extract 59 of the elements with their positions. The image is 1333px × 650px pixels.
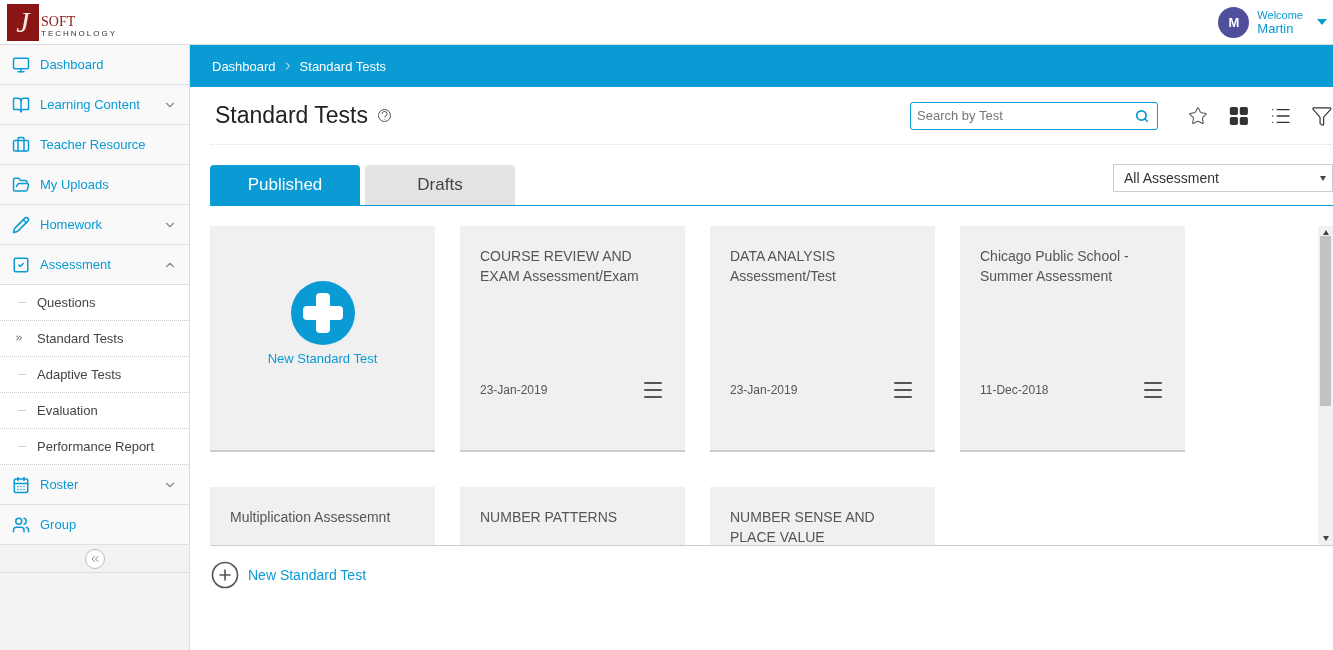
page-title: Standard Tests [215, 102, 368, 129]
submenu-item[interactable]: Standard Tests [0, 321, 189, 357]
card-title: COURSE REVIEW AND EXAM Assessment/Exam [480, 247, 640, 286]
card-date: 23-Jan-2019 [730, 383, 798, 397]
search-field[interactable]: Search by Test [910, 101, 1158, 130]
sidebar-item[interactable]: Teacher Resource [0, 125, 189, 165]
test-card[interactable]: DATA ANALYSIS Assessment/Test 23-Jan-2019 [710, 226, 935, 452]
plus-circle-icon [210, 560, 240, 590]
user-name[interactable]: Martin [1257, 20, 1303, 36]
user-avatar[interactable]: M [1218, 6, 1250, 38]
test-card[interactable]: NUMBER PATTERNS [460, 487, 685, 545]
sidebar-item[interactable]: Assessment [0, 245, 189, 285]
card-date: 23-Jan-2019 [480, 383, 548, 397]
new-test-link[interactable]: New Standard Test [267, 350, 378, 366]
test-card[interactable]: COURSE REVIEW AND EXAM Assessment/Exam 23-Jan-2019 [460, 226, 685, 452]
card-title: Multiplication Assessemnt [230, 508, 392, 527]
card-date: 11-Dec-2018 [980, 383, 1049, 397]
submenu-item[interactable]: Questions [0, 285, 189, 321]
calendar-icon [12, 475, 30, 494]
new-test-card[interactable]: New Standard Test [210, 226, 435, 452]
sidebar-item[interactable]: Learning Content [0, 85, 189, 125]
submenu-item[interactable]: Adaptive Tests [0, 357, 189, 393]
card-title: DATA ANALYSIS Assessment/Test [730, 247, 837, 286]
book-icon [12, 95, 30, 114]
breadcrumb-link[interactable]: Dashboard [212, 58, 276, 74]
logo-mark: J [7, 3, 39, 41]
search-icon[interactable] [1135, 108, 1149, 123]
help-icon[interactable] [378, 109, 391, 122]
checkbox-icon [12, 255, 30, 274]
tab[interactable]: Drafts [365, 165, 515, 205]
tab[interactable]: Published [210, 165, 360, 205]
test-card[interactable]: NUMBER SENSE AND PLACE VALUE [710, 487, 935, 545]
card-title: NUMBER SENSE AND PLACE VALUE [730, 508, 876, 545]
card-title: NUMBER PATTERNS [480, 508, 619, 527]
scrollbar[interactable] [1318, 226, 1333, 545]
submenu-item[interactable]: Evaluation [0, 393, 189, 429]
sidebar-item[interactable]: My Uploads [0, 165, 189, 205]
sidebar-item[interactable]: Dashboard [0, 45, 189, 85]
monitor-icon [12, 55, 30, 74]
briefcase-icon [12, 135, 30, 154]
new-test-link[interactable]: New Standard Test [210, 560, 367, 590]
sidebar-item[interactable]: Homework [0, 205, 189, 245]
card-title: Chicago Public School - Summer Assessment [980, 247, 1130, 286]
dropdown-arrow-icon [1320, 175, 1326, 181]
test-card[interactable]: Multiplication Assessemnt [210, 487, 435, 545]
sidebar-item[interactable]: Group [0, 505, 189, 545]
star-icon[interactable] [1188, 104, 1208, 127]
caret-icon[interactable] [1317, 19, 1327, 25]
welcome-text: Welcome [1257, 8, 1303, 21]
plus-circle-icon [290, 280, 355, 345]
logo-tagline: TECHNOLOGY [41, 28, 117, 38]
logo-name: SOFT [41, 14, 77, 29]
breadcrumb-link[interactable]: Standard Tests [299, 58, 387, 74]
sidebar-item[interactable]: Roster [0, 465, 189, 505]
assessment-dropdown[interactable]: All Assessment [1113, 164, 1333, 192]
test-card[interactable]: Chicago Public School - Summer Assessment 11-Dec-2018 [960, 226, 1185, 452]
people-icon [12, 515, 30, 534]
pencil-icon [12, 215, 30, 234]
folder-icon [12, 175, 30, 194]
